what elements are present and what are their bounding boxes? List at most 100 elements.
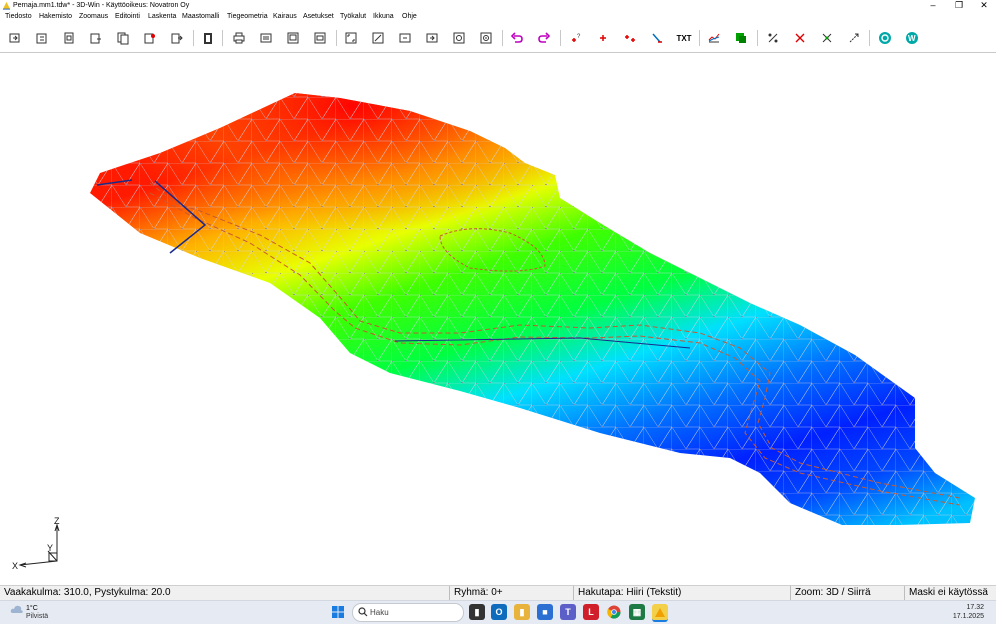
svg-text:?: ?: [577, 34, 581, 40]
sheets-icon: ▦: [632, 606, 642, 617]
taskview-button[interactable]: ▮: [469, 604, 485, 620]
menu-tyokalut[interactable]: Työkalut: [340, 11, 366, 23]
outlook-button[interactable]: O: [491, 604, 507, 620]
menu-laskenta[interactable]: Laskenta: [148, 11, 176, 23]
plot-button[interactable]: [257, 29, 275, 47]
calc4-button[interactable]: [845, 29, 863, 47]
store-icon: ■: [542, 607, 548, 617]
exit-button[interactable]: [168, 29, 186, 47]
redo-button[interactable]: [535, 29, 553, 47]
menu-editointi[interactable]: Editointi: [115, 11, 140, 23]
measure-point-button[interactable]: ?: [567, 29, 585, 47]
profile-button[interactable]: [705, 29, 723, 47]
clipboard-icon: [204, 33, 212, 44]
copy-button[interactable]: [114, 29, 132, 47]
move-point-icon: [625, 35, 635, 42]
menu-tiegeometria[interactable]: Tiegeometria: [227, 11, 268, 23]
axis-label-y: Y: [47, 543, 53, 553]
text-button[interactable]: TXT: [674, 29, 694, 47]
import-button[interactable]: [60, 29, 78, 47]
layer-button[interactable]: [732, 29, 750, 47]
calc2-button[interactable]: [791, 29, 809, 47]
l-app-button[interactable]: L: [583, 604, 599, 620]
help-button[interactable]: [876, 29, 894, 47]
3dwin-button[interactable]: [652, 604, 668, 622]
toolbar-separator: [869, 30, 870, 46]
undo-icon: [510, 32, 523, 43]
system-clock[interactable]: 17.32 17.1.2025: [953, 603, 984, 621]
zoom-next-button[interactable]: [423, 29, 441, 47]
start-button[interactable]: [330, 604, 346, 620]
profile-icon: [708, 33, 720, 43]
status-zoom: Zoom: 3D / Siirrä: [790, 586, 871, 600]
menu-asetukset[interactable]: Asetukset: [303, 11, 334, 23]
convert-button[interactable]: [141, 29, 159, 47]
menu-zoomaus[interactable]: Zoomaus: [79, 11, 108, 23]
zoom-window-button[interactable]: [369, 29, 387, 47]
calc4-icon: [849, 33, 859, 43]
export-button[interactable]: [87, 29, 105, 47]
zoom-extents-button[interactable]: [342, 29, 360, 47]
toolbar-separator: [560, 30, 561, 46]
weather-condition: Pilvistä: [26, 613, 49, 620]
status-group: Ryhmä: 0+: [449, 586, 503, 600]
clock-time: 17.32: [966, 604, 984, 611]
zoom-previous-button[interactable]: [396, 29, 414, 47]
toolbar-separator: [193, 30, 194, 46]
save-icon: [36, 33, 47, 44]
menu-kairaus[interactable]: Kairaus: [273, 11, 297, 23]
measure-point-icon: ?: [572, 34, 581, 42]
redo-icon: [538, 32, 551, 43]
undo-button[interactable]: [508, 29, 526, 47]
exit-icon: [171, 33, 183, 44]
close-button[interactable]: ✕: [972, 0, 996, 11]
menu-ikkuna[interactable]: Ikkuna: [373, 11, 394, 23]
zoom-window-icon: [372, 32, 384, 44]
status-mask: Maski ei käytössä: [904, 586, 988, 600]
window-icon: [314, 32, 326, 44]
files-icon: ▮: [474, 606, 480, 617]
teams-button[interactable]: T: [560, 604, 576, 620]
open-button[interactable]: [6, 29, 24, 47]
outlook-icon: O: [495, 607, 503, 617]
zoom-out-button[interactable]: [477, 29, 495, 47]
calc1-button[interactable]: [764, 29, 782, 47]
move-point-button[interactable]: [621, 29, 639, 47]
add-point-button[interactable]: [594, 29, 612, 47]
weather-widget[interactable]: 1°C Pilvistä: [10, 603, 48, 620]
line-icon: [652, 33, 662, 43]
help-icon: [879, 32, 891, 44]
plot-icon: [260, 33, 272, 43]
menu-ohje[interactable]: Ohje: [402, 11, 417, 23]
zoom-out-icon: [480, 32, 492, 44]
clipboard-button[interactable]: [199, 29, 217, 47]
toolbar-separator: [222, 30, 223, 46]
minimize-button[interactable]: –: [921, 0, 945, 11]
search-placeholder: Haku: [370, 608, 389, 617]
print-button[interactable]: [230, 29, 248, 47]
chrome-icon: [607, 605, 621, 619]
maximize-button[interactable]: ❐: [947, 0, 971, 11]
store-button[interactable]: ■: [537, 604, 553, 620]
toolbar-separator: [699, 30, 700, 46]
save-button[interactable]: [33, 29, 51, 47]
menu-maastomalli[interactable]: Maastomalli: [182, 11, 219, 23]
3d-viewport[interactable]: Z Y X: [0, 53, 996, 585]
teams-icon: T: [565, 607, 571, 617]
layout-button[interactable]: [284, 29, 302, 47]
menu-tiedosto[interactable]: Tiedosto: [5, 11, 32, 23]
sheets-button[interactable]: ▦: [629, 604, 645, 620]
taskbar-search[interactable]: Haku: [352, 603, 464, 622]
web-button[interactable]: W: [903, 29, 921, 47]
axis-label-z: Z: [54, 516, 60, 526]
zoom-in-button[interactable]: [450, 29, 468, 47]
chrome-button[interactable]: [606, 604, 622, 620]
window-button[interactable]: [311, 29, 329, 47]
menu-hakemisto[interactable]: Hakemisto: [39, 11, 72, 23]
explorer-button[interactable]: ▮: [514, 604, 530, 620]
convert-icon: [144, 33, 155, 44]
terrain-model: Z Y X: [12, 93, 975, 571]
calc3-button[interactable]: [818, 29, 836, 47]
line-button[interactable]: [648, 29, 666, 47]
l-app-icon: L: [588, 607, 594, 617]
